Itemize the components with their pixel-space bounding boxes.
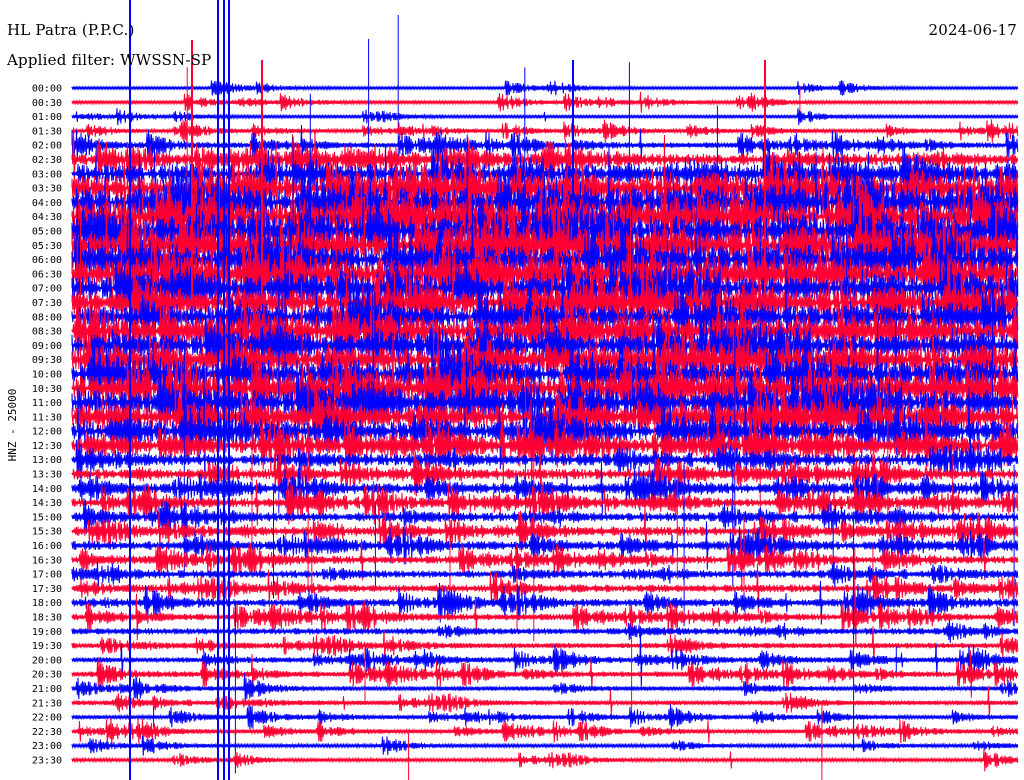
time-tick-label: 00:00 [32, 84, 62, 95]
time-tick-label: 01:00 [32, 112, 62, 123]
time-tick-label: 17:00 [32, 570, 62, 581]
time-tick-label: 09:00 [32, 341, 62, 352]
time-tick-label: 09:30 [32, 355, 62, 366]
time-tick-label: 03:30 [32, 184, 62, 195]
time-tick-label: 19:00 [32, 627, 62, 638]
time-tick-label: 18:00 [32, 598, 62, 609]
traces [71, 0, 1019, 780]
time-tick-label: 22:30 [32, 727, 62, 738]
time-tick-label: 14:30 [32, 498, 62, 509]
time-tick-label: 17:30 [32, 584, 62, 595]
time-tick-label: 18:30 [32, 613, 62, 624]
time-tick-label: 05:30 [32, 241, 62, 252]
time-tick-label: 04:00 [32, 198, 62, 209]
time-tick-label: 02:00 [32, 141, 62, 152]
time-tick-label: 15:00 [32, 512, 62, 523]
time-tick-label: 10:00 [32, 369, 62, 380]
time-tick-label: 13:30 [32, 470, 62, 481]
time-tick-label: 08:30 [32, 327, 62, 338]
time-tick-label: 06:00 [32, 255, 62, 266]
time-tick-label: 19:30 [32, 641, 62, 652]
time-tick-label: 12:30 [32, 441, 62, 452]
time-tick-label: 20:00 [32, 655, 62, 666]
time-tick-label: 15:30 [32, 527, 62, 538]
time-tick-label: 11:00 [32, 398, 62, 409]
time-tick-label: 12:00 [32, 427, 62, 438]
time-tick-label: 08:00 [32, 312, 62, 323]
time-tick-label: 11:30 [32, 412, 62, 423]
time-tick-label: 20:30 [32, 670, 62, 681]
filter-label: Applied filter: WWSSN-SP [7, 51, 212, 69]
date-label: 2024-06-17 [928, 21, 1017, 39]
time-tick-label: 23:00 [32, 741, 62, 752]
trace-2330 [71, 700, 1019, 780]
time-tick-label: 06:30 [32, 269, 62, 280]
time-tick-label: 14:00 [32, 484, 62, 495]
time-tick-labels: 00:00 00:30 01:00 01:30 02:00 02:30 03:00 03:30… [32, 84, 62, 767]
time-tick-label: 04:30 [32, 212, 62, 223]
time-tick-label: 07:00 [32, 284, 62, 295]
time-tick-label: 10:30 [32, 384, 62, 395]
time-tick-label: 07:30 [32, 298, 62, 309]
helicorder-plot: 00:00 00:30 01:00 01:30 02:00 02:30 03:00 03:30… [6, 0, 1019, 780]
time-tick-label: 21:30 [32, 698, 62, 709]
time-tick-label: 16:00 [32, 541, 62, 552]
time-tick-label: 16:30 [32, 555, 62, 566]
station-title: HL Patra (P.P.C.) [7, 21, 135, 39]
time-tick-label: 00:30 [32, 98, 62, 109]
time-tick-label: 21:00 [32, 684, 62, 695]
y-axis-label: HNZ - 25000 [6, 389, 19, 462]
time-tick-label: 22:00 [32, 713, 62, 724]
time-tick-label: 05:00 [32, 226, 62, 237]
time-tick-label: 02:30 [32, 155, 62, 166]
time-tick-label: 01:30 [32, 126, 62, 137]
time-tick-label: 13:00 [32, 455, 62, 466]
time-tick-label: 03:00 [32, 169, 62, 180]
time-tick-label: 23:30 [32, 756, 62, 767]
